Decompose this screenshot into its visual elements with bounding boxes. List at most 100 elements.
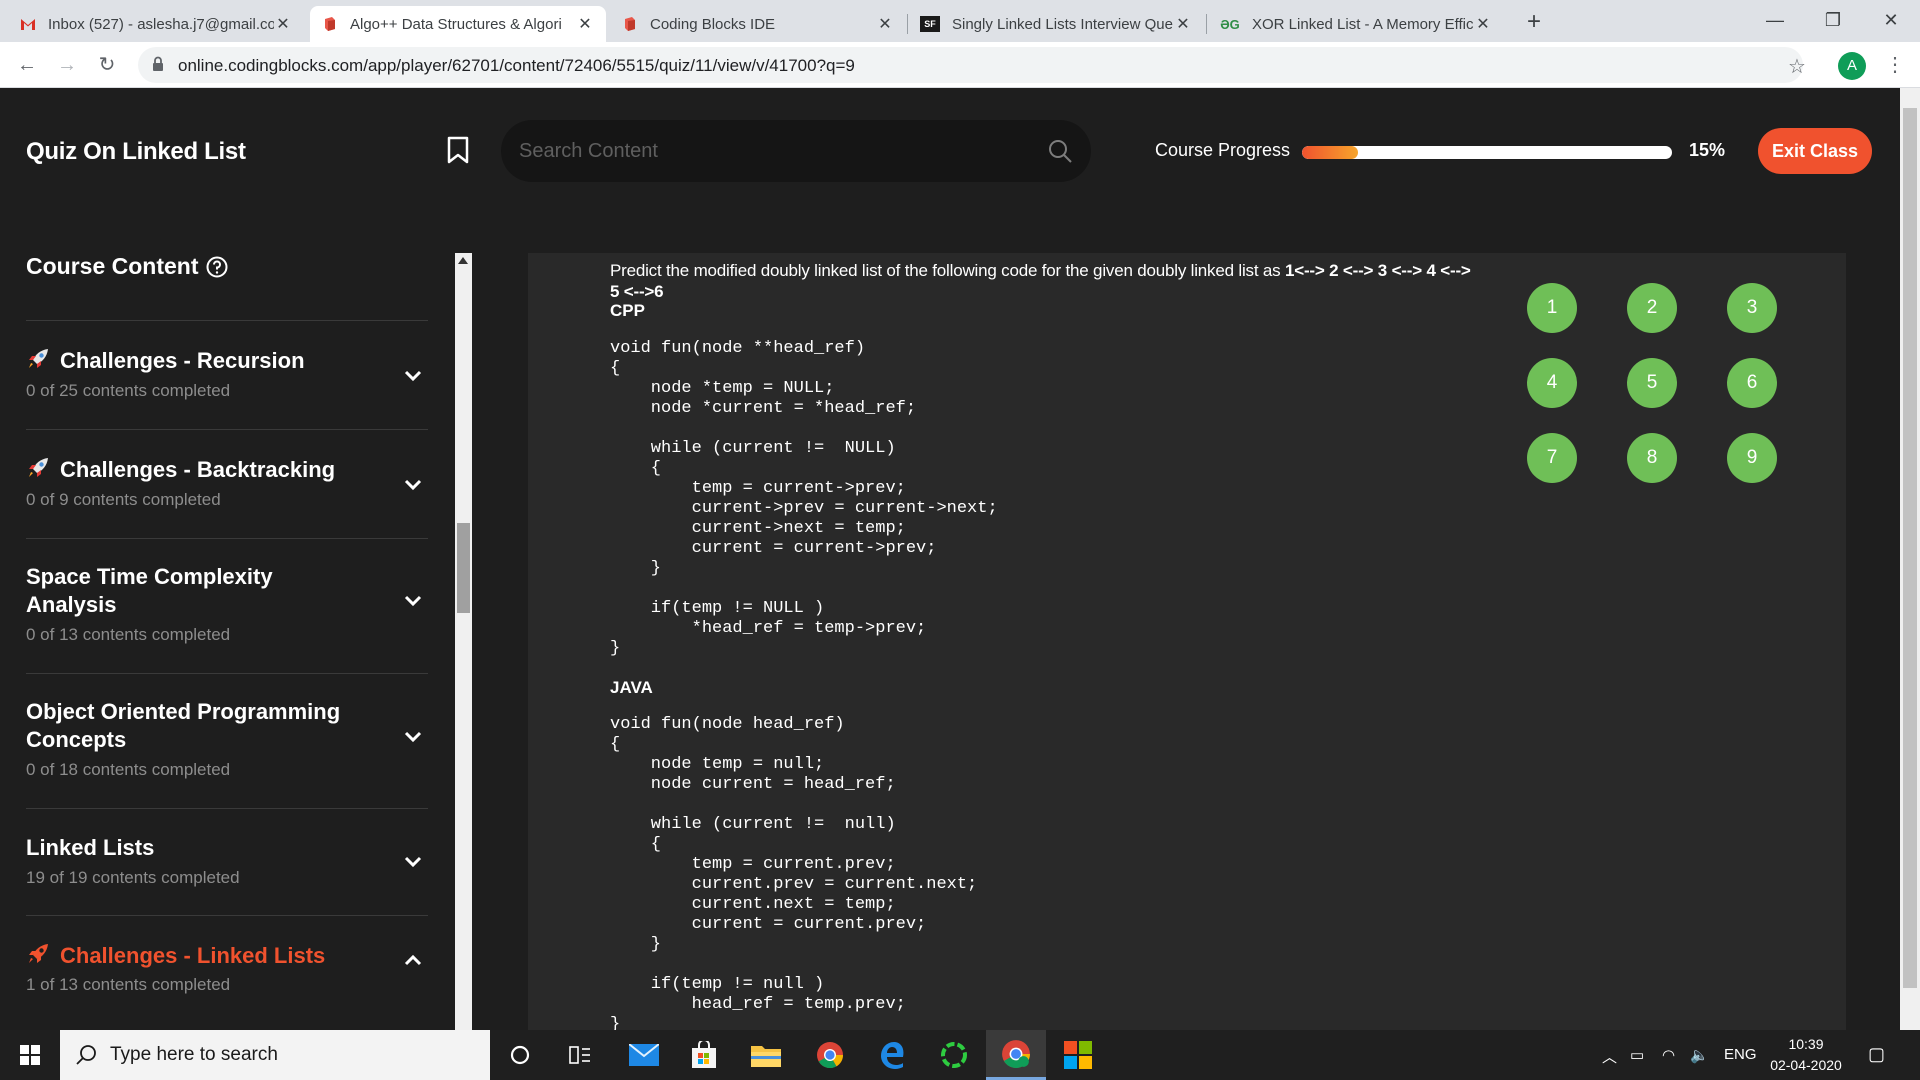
rocket-icon [29,944,48,963]
profile-avatar[interactable]: A [1838,52,1866,80]
question-number-button[interactable]: 6 [1727,358,1777,408]
question-number-button[interactable]: 9 [1727,433,1777,483]
question-number-button[interactable]: 4 [1527,358,1577,408]
system-clock[interactable]: 10:39 02-04-2020 [1766,1034,1846,1076]
app-header: Quiz On Linked List Course Progress 15% … [0,88,1900,213]
section-title: Space Time Complexity Analysis [26,564,273,617]
section-title: Linked Lists [26,835,155,860]
close-tab-icon[interactable]: ✕ [1174,14,1192,34]
battery-icon[interactable]: ▭ [1630,1046,1644,1064]
store-app-icon[interactable] [674,1030,734,1080]
back-icon[interactable]: ← [12,50,42,80]
page-scroll-thumb[interactable] [1903,108,1917,988]
tab-separator [1206,14,1207,34]
help-icon[interactable] [206,256,228,278]
restore-icon[interactable]: ❐ [1804,0,1862,40]
tab-gmail[interactable]: Inbox (527) - aslesha.j7@gmail.co ✕ [8,6,304,42]
sidebar-scrollbar[interactable] [455,253,472,1030]
section-space-time-complexity[interactable]: Space Time Complexity Analysis 0 of 13 c… [26,538,428,673]
section-progress: 0 of 18 contents completed [26,760,231,779]
browser-tab-bar: Inbox (527) - aslesha.j7@gmail.co ✕ Algo… [0,0,1920,42]
lock-icon [153,56,163,71]
section-progress: 0 of 9 contents completed [26,490,221,509]
notifications-icon[interactable]: ▢ [1868,1044,1885,1065]
office-app-icon[interactable] [1048,1030,1108,1080]
cpp-code-block: void fun(node **head_ref) { node *temp =… [610,339,998,658]
close-tab-icon[interactable]: ✕ [876,14,894,34]
section-title: Challenges - Recursion [26,347,366,375]
url-field[interactable]: online.codingblocks.com/app/player/62701… [138,47,1803,83]
question-text: Predict the modified doubly linked list … [610,261,1471,301]
sidebar-scroll-thumb[interactable] [457,523,470,613]
forward-icon[interactable]: → [52,50,82,80]
course-progress-percent: 15% [1689,140,1726,160]
codingblocks-icon [322,16,338,32]
gfg-icon: ƏG [1220,16,1240,32]
course-content-title: Course Content [26,253,199,279]
page-title: Quiz On Linked List [26,138,246,165]
windows-taskbar: Type here to search ︿ ▭ ◠ 🔈 ENG 10:39 02… [0,1030,1920,1080]
exit-class-button[interactable]: Exit Class [1758,128,1872,174]
minimize-icon[interactable]: — [1746,0,1804,40]
section-title: Challenges - Backtracking [26,456,366,484]
reload-icon[interactable]: ↻ [92,50,122,80]
chrome-active-icon[interactable] [986,1030,1046,1080]
browser-menu-icon[interactable]: ⋮ [1885,52,1905,77]
close-tab-icon[interactable]: ✕ [274,14,292,34]
close-tab-icon[interactable]: ✕ [576,14,594,34]
course-progress-fill [1302,146,1358,159]
chevron-up-icon[interactable] [404,954,422,966]
section-challenges-linked-lists[interactable]: Challenges - Linked Lists 1 of 13 conten… [26,915,428,1030]
section-challenges-backtracking[interactable]: Challenges - Backtracking 0 of 9 content… [26,429,428,538]
taskbar-search[interactable]: Type here to search [60,1030,490,1080]
course-progress-bar [1302,146,1672,159]
clock-date: 02-04-2020 [1770,1057,1842,1073]
mail-app-icon[interactable] [614,1030,674,1080]
task-view-icon[interactable] [550,1030,610,1080]
windows-start-icon[interactable] [0,1030,60,1080]
sync-app-icon[interactable] [924,1030,984,1080]
section-oop-concepts[interactable]: Object Oriented Programming Concepts 0 o… [26,673,428,808]
search-icon[interactable] [1047,138,1073,164]
volume-icon[interactable]: 🔈 [1690,1046,1709,1064]
scroll-up-arrow[interactable] [458,257,468,264]
question-number-button[interactable]: 1 [1527,283,1577,333]
language-indicator[interactable]: ENG [1724,1046,1757,1063]
question-number-button[interactable]: 7 [1527,433,1577,483]
file-explorer-icon[interactable] [736,1030,796,1080]
chevron-down-icon[interactable] [404,856,422,868]
tab-xor-linked[interactable]: ƏG XOR Linked List - A Memory Effic ✕ [1208,6,1504,42]
codingblocks-icon [622,16,638,32]
tab-title: XOR Linked List - A Memory Effic [1252,15,1474,33]
section-challenges-recursion[interactable]: Challenges - Recursion 0 of 25 contents … [26,320,428,429]
bookmark-icon[interactable] [447,136,469,164]
search-input[interactable] [519,137,1019,165]
edge-icon[interactable] [862,1030,922,1080]
chevron-down-icon[interactable] [404,479,422,491]
question-panel: Predict the modified doubly linked list … [528,253,1846,1030]
tab-title: Coding Blocks IDE [650,15,776,33]
question-number-button[interactable]: 5 [1627,358,1677,408]
bookmark-star-icon[interactable]: ☆ [1788,54,1806,79]
chevron-down-icon[interactable] [404,370,422,382]
cpp-label: CPP [610,301,645,320]
chrome-icon[interactable] [800,1030,860,1080]
question-number-button[interactable]: 8 [1627,433,1677,483]
tab-ide[interactable]: Coding Blocks IDE ✕ [610,6,906,42]
cortana-icon[interactable] [490,1030,550,1080]
java-label: JAVA [610,678,653,697]
show-hidden-icons[interactable]: ︿ [1602,1046,1617,1067]
question-number-button[interactable]: 2 [1627,283,1677,333]
chevron-down-icon[interactable] [404,731,422,743]
question-number-button[interactable]: 3 [1727,283,1777,333]
close-tab-icon[interactable]: ✕ [1474,14,1492,34]
tab-singly-linked[interactable]: SF Singly Linked Lists Interview Que ✕ [908,6,1204,42]
chevron-down-icon[interactable] [404,595,422,607]
tab-algo[interactable]: Algo++ Data Structures & Algori ✕ [310,6,606,42]
close-window-icon[interactable]: ✕ [1862,0,1920,40]
wifi-icon[interactable]: ◠ [1662,1046,1675,1064]
address-bar: ← → ↻ online.codingblocks.com/app/player… [0,42,1920,88]
page-scrollbar[interactable] [1900,88,1920,1030]
section-linked-lists[interactable]: Linked Lists 19 of 19 contents completed [26,808,428,915]
new-tab-button[interactable]: + [1520,8,1548,36]
